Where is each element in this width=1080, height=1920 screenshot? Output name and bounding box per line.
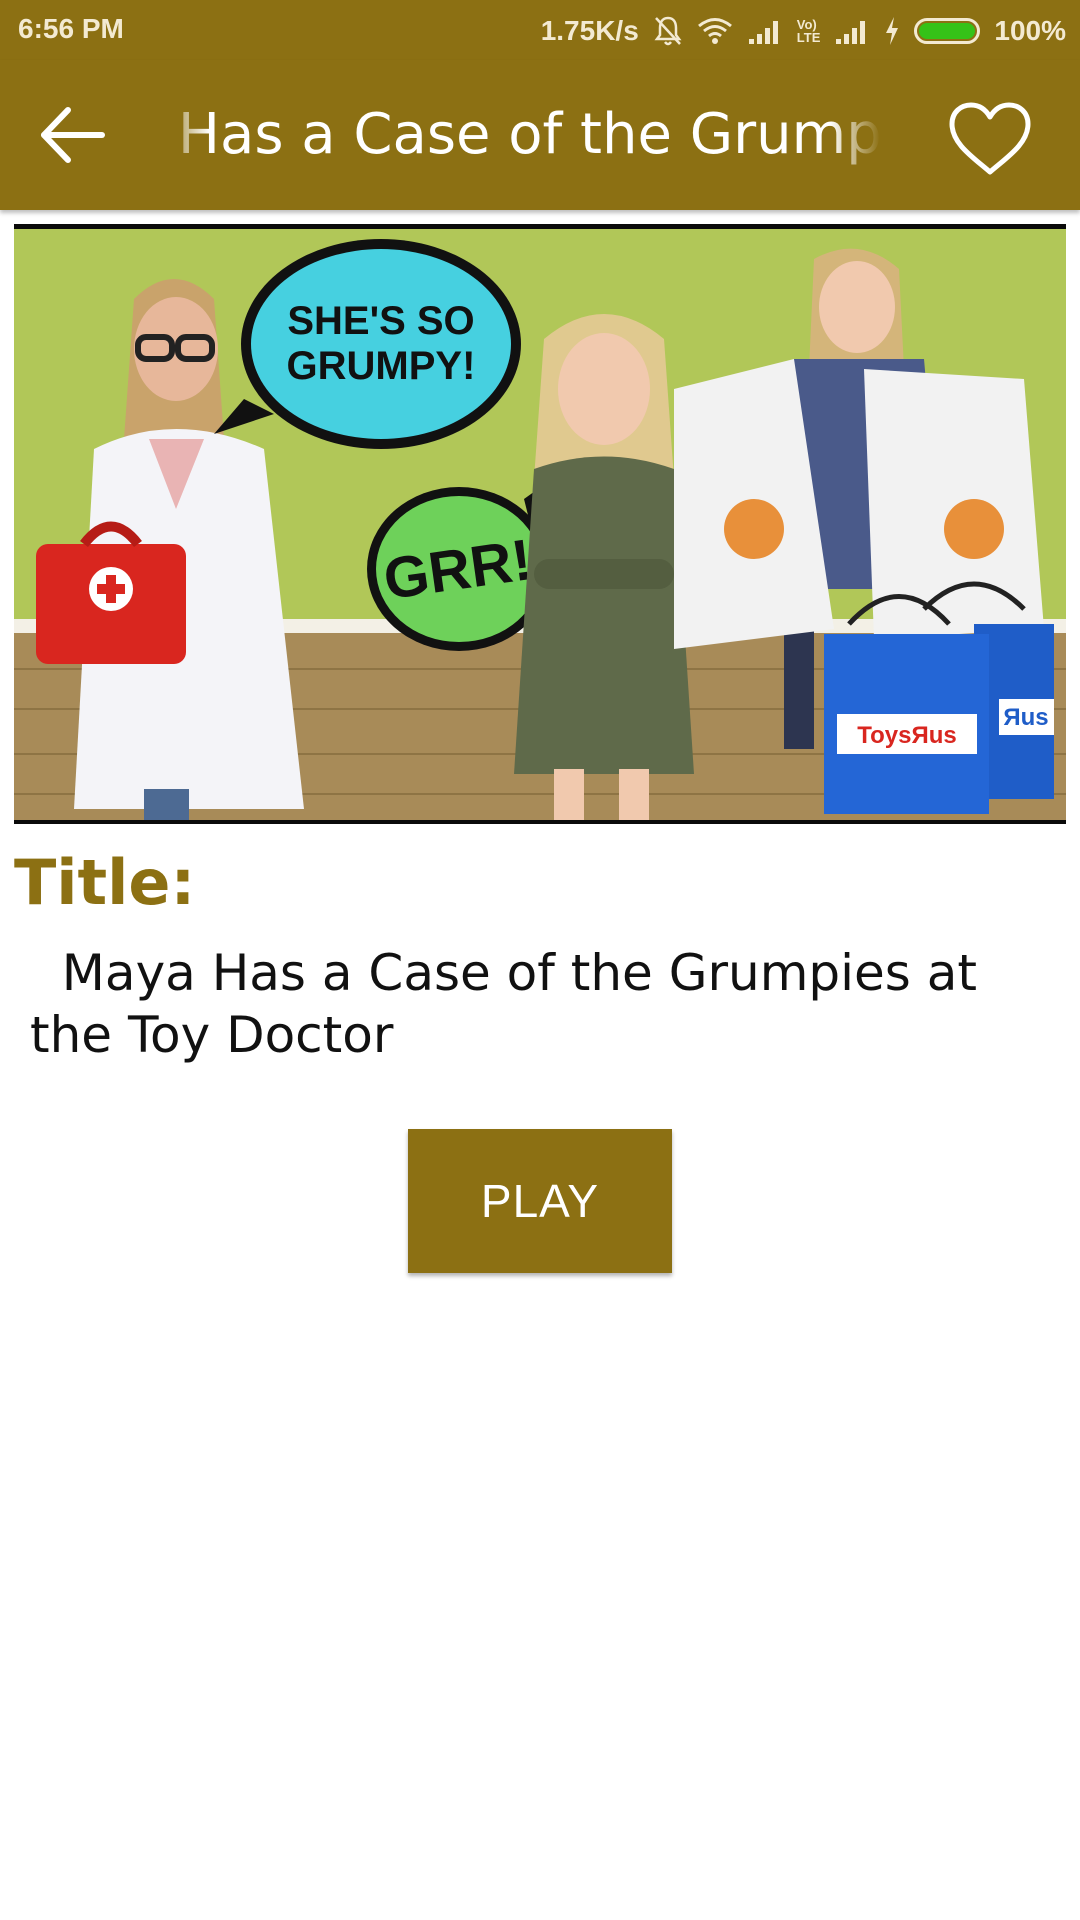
- app-bar: Maya Has a Case of the Grumpies at the T…: [0, 60, 1080, 210]
- toolbar-title: Maya Has a Case of the Grumpies at the T…: [160, 102, 880, 167]
- battery-percent: 100%: [994, 15, 1066, 46]
- favorite-button[interactable]: [946, 100, 1034, 178]
- toysrus-logo-2: Яus: [1003, 704, 1048, 731]
- status-bar: 6:56 PM 1.75K/s Vo) LTE 100%: [0, 0, 1080, 60]
- lte-label: LTE: [796, 30, 821, 45]
- signal-icon: [834, 17, 870, 45]
- toolbar-title-container: Maya Has a Case of the Grumpies at the T…: [160, 98, 880, 174]
- battery-fill: [919, 23, 976, 39]
- status-icons: 1.75K/s Vo) LTE 100%: [541, 11, 1066, 51]
- heart-outline-icon: [949, 102, 1031, 175]
- bubble-text-line2: GRUMPY!: [287, 344, 476, 388]
- signal-icon: [747, 17, 783, 45]
- mute-bell-icon: [653, 15, 683, 47]
- title-label: Title:: [14, 846, 196, 919]
- bubble-text-line1: SHE'S SO: [287, 299, 474, 343]
- charging-icon: [884, 16, 900, 46]
- battery-icon: [914, 18, 981, 44]
- wifi-icon: [697, 17, 733, 45]
- back-button[interactable]: [36, 100, 112, 170]
- first-aid-kit: [36, 521, 186, 664]
- video-title: Maya Has a Case of the Grumpies at the T…: [30, 944, 993, 1064]
- title-fade-left: [160, 98, 210, 174]
- grumpy-girl-figure: [514, 314, 694, 820]
- title-fade-right: [830, 98, 880, 174]
- play-button[interactable]: PLAY: [408, 1129, 672, 1273]
- volte-icon: Vo) LTE: [797, 18, 821, 44]
- toysrus-logo: ToysЯus: [857, 722, 957, 749]
- network-speed: 1.75K/s: [540, 15, 639, 46]
- status-time: 6:56 PM: [18, 13, 124, 44]
- video-thumbnail[interactable]: SHE'S SO GRUMPY! GRR! ToysЯus Яus: [14, 224, 1066, 824]
- arrow-left-icon: [41, 107, 105, 163]
